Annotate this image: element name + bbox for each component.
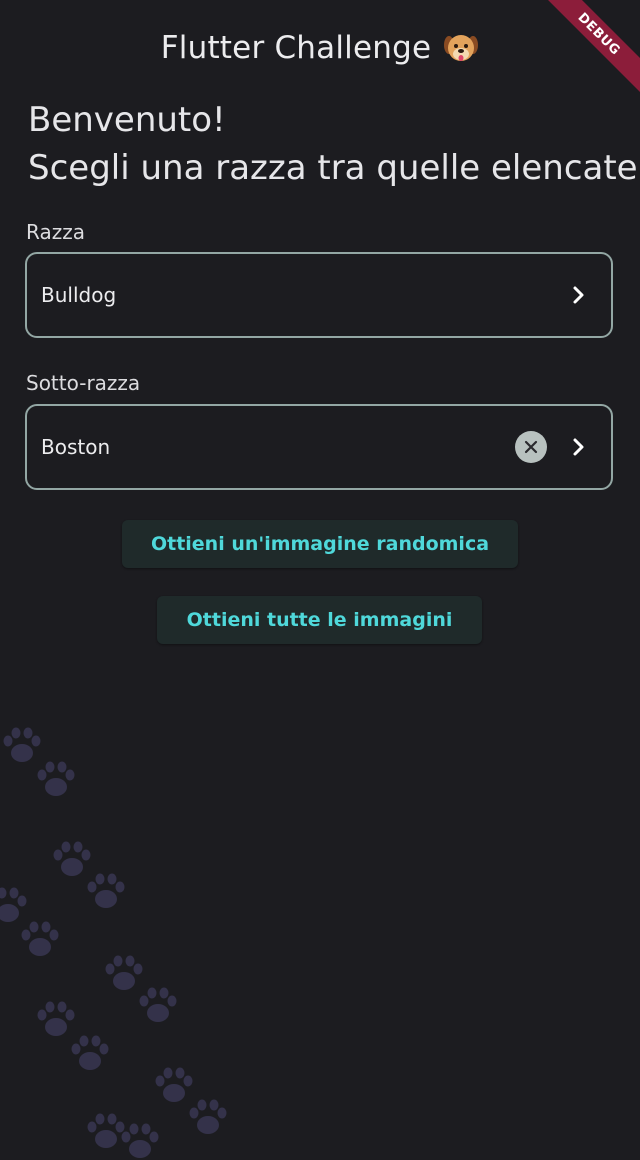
paw-icon [3,727,41,762]
sub-breed-label: Sotto-razza [26,371,141,395]
clear-sub-breed-button[interactable] [515,431,547,463]
chevron-right-icon [567,283,591,307]
paw-icon [121,1123,159,1158]
paw-icon [0,887,27,922]
dog-face-icon [443,30,479,66]
paw-icon [37,1001,75,1036]
app-title-text: Flutter Challenge [160,30,432,66]
screen: Flutter Challenge DEBUG Benvenuto! Scegl… [0,0,640,1160]
paw-icon [87,873,125,908]
paw-icon [21,921,59,956]
debug-banner-label: DEBUG [537,0,640,96]
breed-label: Razza [26,220,85,244]
welcome-instruction: Scegli una razza tra quelle elencate [28,148,638,188]
paw-icon [71,1035,109,1070]
paw-icon [189,1099,227,1134]
chevron-right-icon [567,435,591,459]
sub-breed-selector[interactable]: Boston [25,404,613,490]
breed-selector[interactable]: Bulldog [25,252,613,338]
welcome-text: Benvenuto! Scegli una razza tra quelle e… [28,96,638,192]
breed-value: Bulldog [41,283,117,307]
paw-icon [139,987,177,1022]
app-title: Flutter Challenge [161,30,479,66]
random-image-button[interactable]: Ottieni un'immagine randomica [122,520,518,568]
close-icon [524,440,538,454]
debug-banner: DEBUG [530,0,640,110]
paw-icon [37,761,75,796]
sub-breed-value: Boston [41,435,111,459]
welcome-heading: Benvenuto! [28,100,226,140]
all-images-button[interactable]: Ottieni tutte le immagini [157,596,482,644]
